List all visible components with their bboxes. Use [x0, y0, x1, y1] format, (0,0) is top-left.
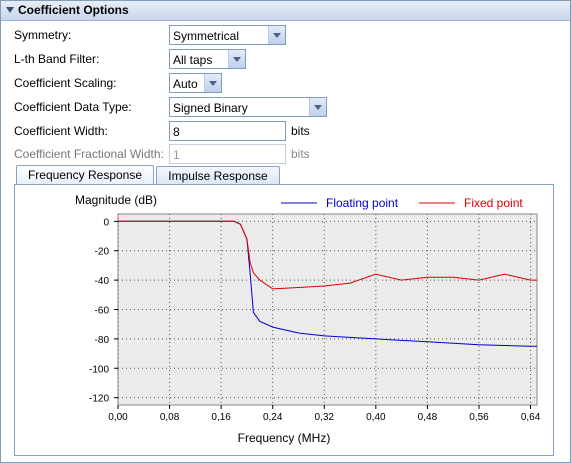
x-axis-label: Frequency (MHz): [238, 431, 331, 445]
band-filter-select[interactable]: All taps: [169, 49, 246, 69]
y-tick-label: 0: [103, 217, 109, 228]
chevron-down-icon[interactable]: [309, 98, 326, 116]
x-tick-label: 0,40: [366, 412, 386, 423]
frequency-response-chart: 0-20-40-60-80-100-120 0,00 0,08 0,16 0,24 0,…: [75, 193, 541, 445]
x-tick-label: 0,32: [315, 412, 335, 423]
x-tick-label: 0,48: [418, 412, 438, 423]
fractional-width-value: 1: [173, 148, 180, 162]
y-axis-label: Magnitude (dB): [75, 193, 157, 207]
coefficient-width-input[interactable]: 8: [169, 121, 286, 141]
x-axis: 0,00 0,08 0,16 0,24 0,32 0,40 0,48 0,56 0,64: [108, 405, 541, 423]
fractional-width-input: 1: [169, 144, 286, 164]
data-type-label: Coefficient Data Type:: [14, 100, 132, 114]
x-tick-label: 0,64: [521, 412, 541, 423]
tab-frequency-response-label: Frequency Response: [27, 168, 143, 182]
coefficient-width-value: 8: [173, 125, 180, 139]
x-tick-label: 0,56: [469, 412, 489, 423]
y-tick-label: -100: [89, 364, 109, 375]
legend-floating-label: Floating point: [326, 196, 399, 210]
section-title: Coefficient Options: [18, 3, 129, 17]
legend: Floating point Fixed point: [281, 196, 523, 210]
symmetry-select[interactable]: Symmetrical: [169, 25, 286, 45]
y-tick-label: -80: [95, 335, 110, 346]
y-tick-label: -20: [95, 247, 110, 258]
scaling-value: Auto: [173, 77, 198, 91]
legend-fixed-label: Fixed point: [464, 196, 523, 210]
x-tick-label: 0,24: [263, 412, 283, 423]
data-type-select[interactable]: Signed Binary: [169, 97, 327, 117]
y-axis: 0 -20 -40 -60 -80 -100 -120: [89, 217, 118, 405]
y-tick-label: -120: [89, 394, 109, 405]
band-filter-label: L-th Band Filter:: [14, 52, 100, 66]
chevron-down-icon[interactable]: [268, 26, 285, 44]
width-unit: bits: [291, 124, 310, 138]
chevron-down-icon[interactable]: [204, 74, 221, 92]
width-label: Coefficient Width:: [14, 124, 108, 138]
x-tick-label: 0,08: [160, 412, 180, 423]
section-header[interactable]: Coefficient Options: [1, 1, 570, 21]
frequency-response-panel: 0 -20 -40 -60 -80 -100 -120 0,00 0,08 0,16 0,24 0,…: [14, 184, 554, 456]
collapse-triangle-icon[interactable]: [6, 7, 14, 13]
symmetry-label: Symmetry:: [14, 28, 72, 42]
tab-impulse-response[interactable]: Impulse Response: [156, 166, 280, 186]
scaling-select[interactable]: Auto: [169, 73, 222, 93]
scaling-label: Coefficient Scaling:: [14, 76, 117, 90]
chevron-down-icon[interactable]: [228, 50, 245, 68]
frac-width-unit: bits: [291, 147, 310, 161]
symmetry-value: Symmetrical: [173, 29, 240, 43]
x-tick-label: 0,16: [211, 412, 231, 423]
y-tick-label: -60: [95, 306, 110, 317]
y-tick-label: -40: [95, 276, 110, 287]
band-filter-value: All taps: [173, 53, 213, 67]
data-type-value: Signed Binary: [173, 101, 248, 115]
tab-frequency-response[interactable]: Frequency Response: [16, 165, 154, 186]
tab-impulse-response-label: Impulse Response: [168, 169, 268, 183]
x-tick-label: 0,00: [108, 412, 128, 423]
frac-width-label: Coefficient Fractional Width:: [14, 147, 164, 161]
coefficient-options-panel: Coefficient Options Symmetry: Symmetrica…: [0, 0, 571, 463]
